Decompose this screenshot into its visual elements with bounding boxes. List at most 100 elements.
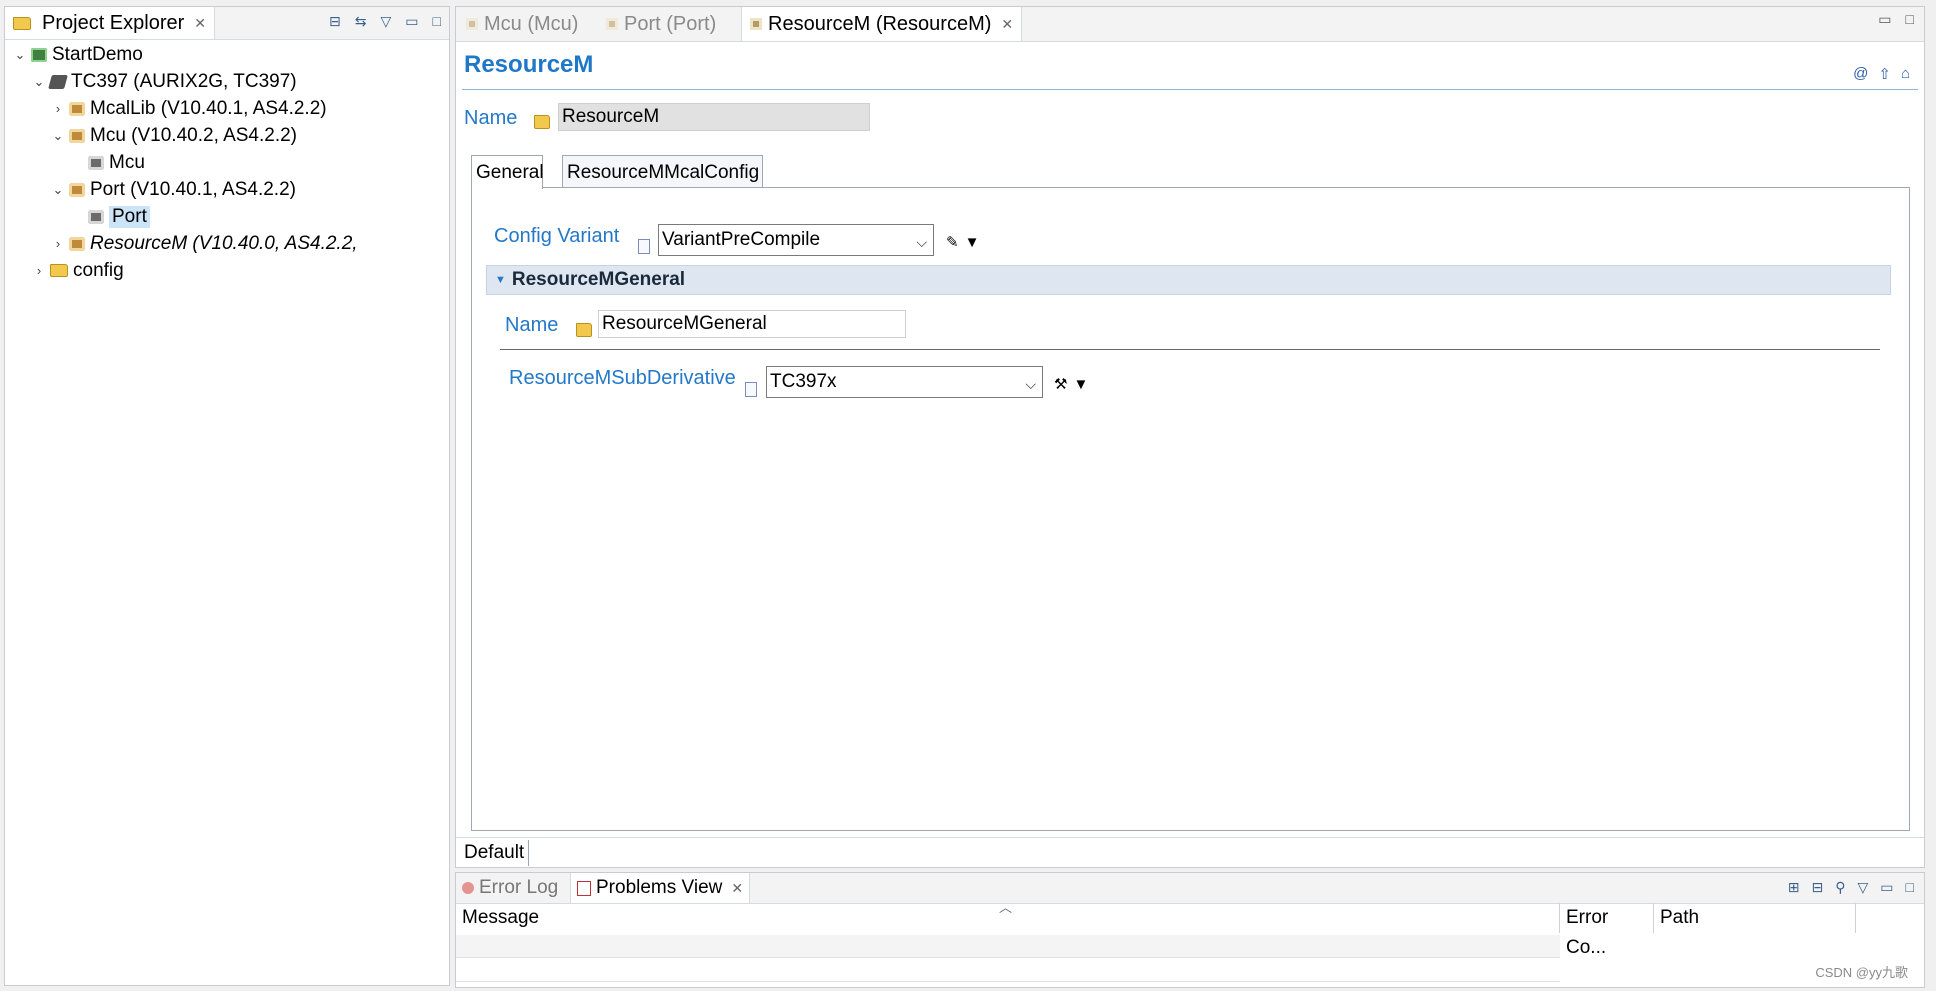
page-title: ResourceM — [464, 51, 594, 78]
variant-tools: ✎ ▼ — [946, 233, 980, 252]
home-icon[interactable]: ⌂ — [1901, 65, 1910, 83]
tree-item-label: config — [73, 259, 124, 281]
close-icon[interactable]: ✕ — [194, 15, 206, 32]
explorer-tabbar: Project Explorer ✕ ⊟ ⇆ ▽ ▭ □ — [5, 7, 449, 40]
config-variant-label: Config Variant — [494, 225, 620, 247]
table-row — [456, 959, 1560, 982]
chevron-down-icon: ⌵ — [916, 234, 927, 250]
expand-all-icon[interactable]: ⊞ — [1788, 879, 1800, 896]
tab-problems-view[interactable]: Problems View ✕ — [570, 873, 751, 903]
collapse-triangle-icon: ▼ — [495, 274, 506, 286]
bottom-tabbar: Error Log Problems View ✕ ⊞ ⊟ ⚲ ▽ ▭ □ — [456, 873, 1924, 904]
chevron-down-icon[interactable]: ⌄ — [11, 47, 29, 63]
ecu-icon — [48, 74, 68, 89]
tree-item[interactable]: › McalLib (V10.40.1, AS4.2.2) — [5, 95, 449, 122]
link-with-editor-icon[interactable]: ⇆ — [355, 13, 367, 30]
tab-mcu-label: Mcu (Mcu) — [484, 12, 579, 35]
tree-item-label: Mcu (V10.40.2, AS4.2.2) — [90, 124, 298, 146]
close-icon[interactable]: ✕ — [1001, 16, 1013, 33]
name-field[interactable]: ResourceM — [558, 103, 870, 131]
chevron-down-icon[interactable]: ⌄ — [49, 182, 67, 198]
resourcem-general-section-header[interactable]: ▼ ResourceMGeneral — [486, 265, 1891, 295]
chevron-down-icon: ⌵ — [1025, 376, 1036, 392]
module-icon — [69, 182, 85, 197]
tab-problems-view-label: Problems View — [596, 877, 723, 898]
editor-area: Mcu (Mcu) Port (Port) ResourceM (Resourc… — [455, 6, 1925, 868]
tab-project-explorer[interactable]: Project Explorer ✕ — [5, 7, 216, 39]
tab-default[interactable]: Default — [460, 840, 530, 866]
tree-item-label: McalLib (V10.40.1, AS4.2.2) — [90, 97, 327, 119]
tab-mcu[interactable]: Mcu (Mcu) — [458, 7, 586, 41]
tree-item-label: TC397 (AURIX2G, TC397) — [71, 70, 297, 92]
inner-tabbar: General ResourceMMcalConfig — [471, 155, 1911, 191]
section-name-label: Name — [505, 314, 559, 336]
pencil-icon[interactable]: ✎ — [946, 233, 959, 251]
tree-item[interactable]: Port — [5, 203, 449, 230]
view-menu-icon[interactable]: ▽ — [381, 13, 392, 30]
tree-item-label: ResourceM (V10.40.0, AS4.2.2, — [90, 232, 358, 254]
chevron-down-icon[interactable]: ⌄ — [49, 128, 67, 144]
module-icon — [466, 18, 478, 30]
close-icon[interactable]: ✕ — [731, 880, 743, 897]
tree-item[interactable]: ⌄ Port (V10.40.1, AS4.2.2) — [5, 176, 449, 203]
module-icon — [69, 101, 85, 116]
problems-icon — [577, 880, 591, 896]
folder-icon — [576, 323, 592, 337]
filter-icon[interactable]: ⚲ — [1835, 879, 1845, 896]
collapse-all-icon[interactable]: ⊟ — [329, 13, 341, 30]
section-title: ResourceMGeneral — [511, 269, 686, 290]
minimize-icon[interactable]: ▭ — [1878, 11, 1891, 28]
collapse-all-icon[interactable]: ⊟ — [1812, 879, 1824, 896]
subderivative-tools: ⚒ ▼ — [1054, 375, 1088, 394]
folder-icon — [534, 115, 550, 129]
minimize-icon[interactable]: ▭ — [1880, 879, 1893, 896]
tree-item[interactable]: ⌄ StartDemo — [5, 41, 449, 68]
tree-item[interactable]: ⌄ Mcu (V10.40.2, AS4.2.2) — [5, 122, 449, 149]
view-menu-icon[interactable]: ▽ — [1858, 879, 1869, 896]
dropdown-triangle-icon[interactable]: ▼ — [1073, 376, 1088, 393]
maximize-icon[interactable]: □ — [433, 13, 441, 30]
variant-doc-icon — [638, 239, 650, 254]
tree-item[interactable]: › ResourceM (V10.40.0, AS4.2.2, — [5, 230, 449, 257]
section-name-field[interactable]: ResourceMGeneral — [598, 310, 906, 338]
tab-resourcem-mcal-config[interactable]: ResourceMMcalConfig — [562, 155, 763, 189]
chevron-right-icon[interactable]: › — [49, 101, 67, 116]
tree-item-label: Port — [109, 205, 150, 228]
maximize-icon[interactable]: □ — [1906, 879, 1914, 896]
subderivative-select[interactable]: TC397x ⌵ — [766, 366, 1043, 398]
tab-project-explorer-label: Project Explorer — [42, 11, 185, 34]
editor-tabbar: Mcu (Mcu) Port (Port) ResourceM (Resourc… — [456, 7, 1924, 42]
module-icon — [606, 18, 618, 30]
up-arrow-icon[interactable]: ⇧ — [1878, 65, 1891, 83]
tab-general[interactable]: General — [471, 155, 544, 189]
at-icon[interactable]: @ — [1853, 65, 1868, 83]
chevron-right-icon[interactable]: › — [49, 236, 67, 251]
tree-item[interactable]: ⌄ TC397 (AURIX2G, TC397) — [5, 68, 449, 95]
config-variant-select[interactable]: VariantPreCompile ⌵ — [658, 224, 934, 256]
maximize-icon[interactable]: □ — [1906, 11, 1914, 28]
module-icon — [69, 236, 85, 251]
tab-resourcem[interactable]: ResourceM (ResourceM) ✕ — [741, 7, 1023, 41]
sort-ascending-icon: ︿ — [999, 900, 1013, 915]
project-icon — [31, 47, 47, 62]
dropdown-triangle-icon[interactable]: ▼ — [965, 234, 980, 251]
tab-error-log[interactable]: Error Log — [456, 873, 564, 903]
minimize-icon[interactable]: ▭ — [405, 13, 418, 30]
column-error-code[interactable]: Error Co... — [1560, 903, 1654, 958]
config-icon — [88, 209, 104, 224]
column-path[interactable]: Path — [1654, 903, 1856, 933]
tab-port[interactable]: Port (Port) — [598, 7, 724, 41]
tab-resourcem-label: ResourceM (ResourceM) — [768, 12, 992, 35]
wrench-icon[interactable]: ⚒ — [1054, 375, 1067, 393]
folder-icon — [50, 264, 68, 277]
chevron-down-icon[interactable]: ⌄ — [30, 74, 48, 90]
tree-item[interactable]: Mcu — [5, 149, 449, 176]
config-icon — [88, 155, 104, 170]
chevron-right-icon[interactable]: › — [30, 263, 48, 278]
tree-item[interactable]: › config — [5, 257, 449, 284]
problems-table-header: Message ︿ Error Co... Path — [456, 900, 1924, 958]
tab-error-log-label: Error Log — [479, 877, 559, 898]
title-divider — [462, 89, 1918, 90]
project-tree: ⌄ StartDemo ⌄ TC397 (AURIX2G, TC397) › McalLi… — [5, 41, 449, 284]
tree-item-label: Port (V10.40.1, AS4.2.2) — [90, 178, 296, 200]
